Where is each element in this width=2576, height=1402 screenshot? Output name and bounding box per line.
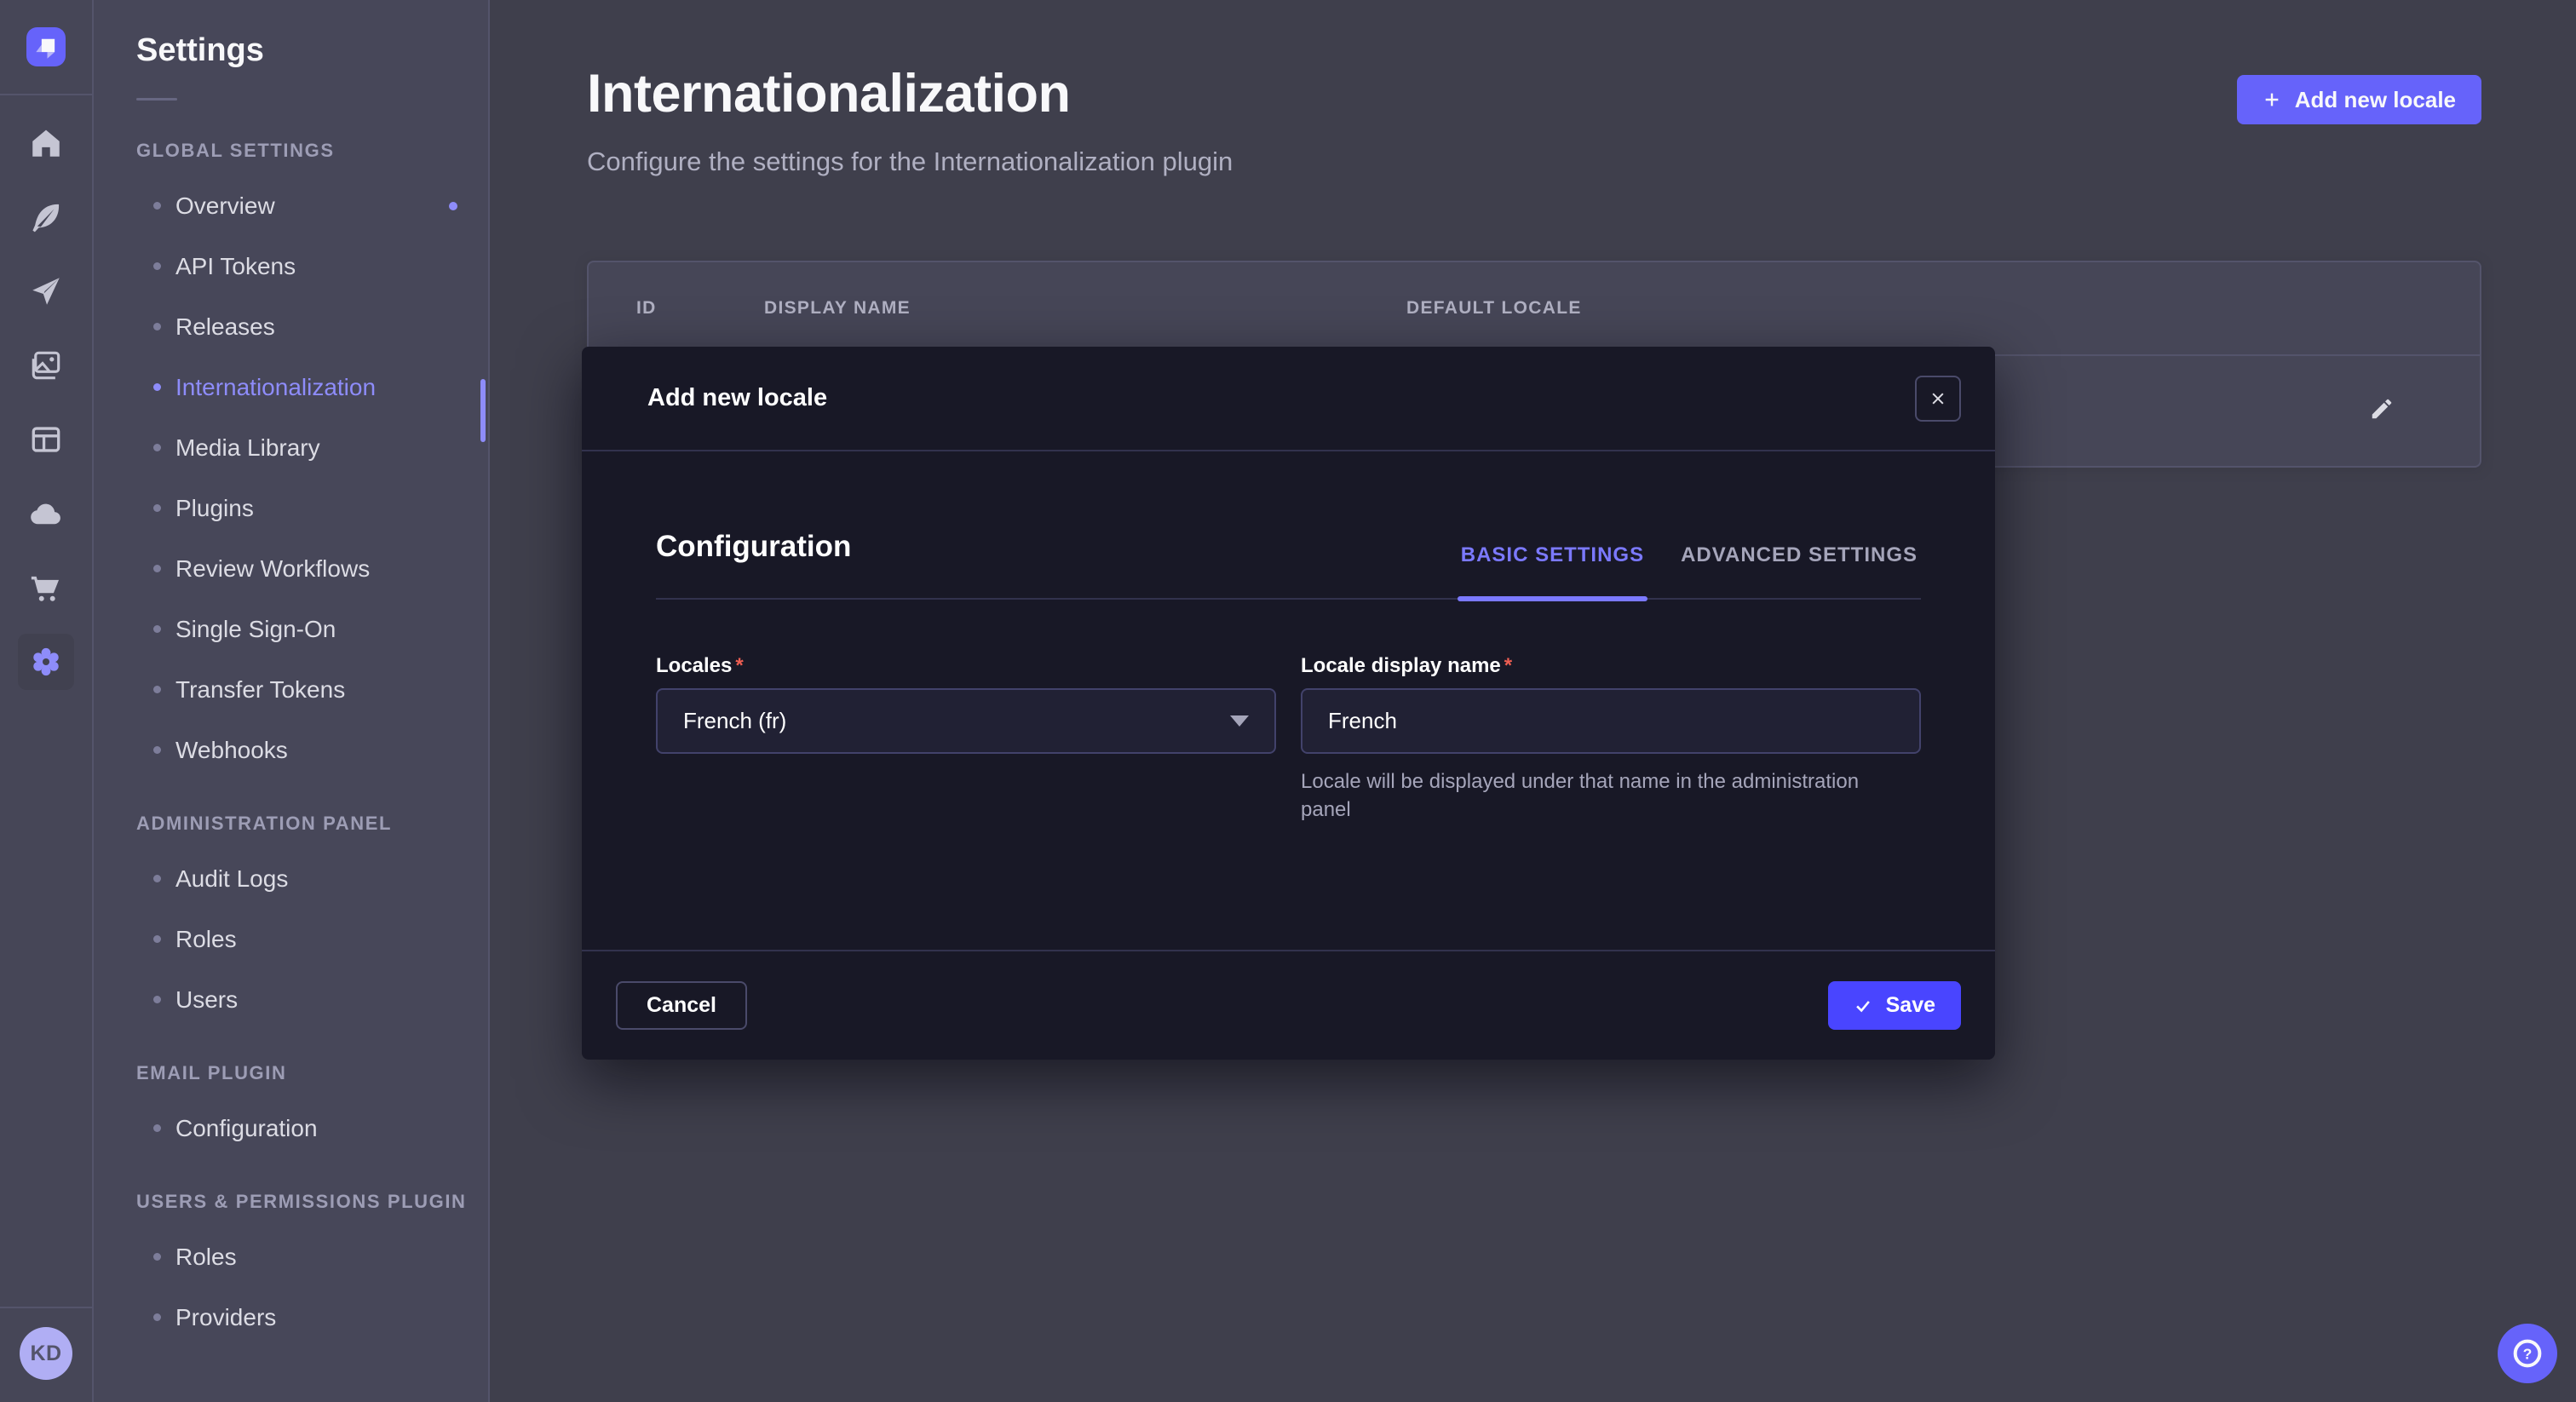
display-name-input[interactable] (1301, 688, 1921, 754)
save-button[interactable]: Save (1828, 981, 1961, 1030)
tab-advanced-settings[interactable]: ADVANCED SETTINGS (1677, 543, 1921, 598)
locales-label: Locales* (656, 654, 744, 677)
locales-field-group: Locales* French (fr) (656, 654, 1276, 824)
display-name-hint: Locale will be displayed under that name… (1301, 767, 1889, 824)
locales-select[interactable]: French (fr) (656, 688, 1276, 754)
display-name-field-group: Locale display name* Locale will be disp… (1301, 654, 1921, 824)
modal-header: Add new locale (582, 347, 1995, 451)
form-fields: Locales* French (fr) Locale display name… (656, 654, 1921, 824)
chevron-down-icon (1230, 715, 1249, 727)
tab-basic-settings[interactable]: BASIC SETTINGS (1458, 543, 1647, 598)
close-icon (1929, 390, 1946, 407)
configuration-title: Configuration (656, 530, 851, 564)
modal-title: Add new locale (647, 384, 827, 412)
modal-body: Configuration BASIC SETTINGS ADVANCED SE… (582, 451, 1995, 950)
required-asterisk: * (735, 654, 743, 677)
display-name-label: Locale display name* (1301, 654, 1512, 677)
modal-footer: Cancel Save (582, 950, 1995, 1060)
locales-select-value: French (fr) (683, 708, 786, 734)
required-asterisk: * (1504, 654, 1512, 677)
add-locale-modal: Add new locale Configuration BASIC SETTI… (582, 347, 1995, 1060)
configuration-header-row: Configuration BASIC SETTINGS ADVANCED SE… (656, 530, 1921, 600)
tabs: BASIC SETTINGS ADVANCED SETTINGS (1458, 543, 1921, 598)
check-icon (1854, 997, 1872, 1015)
close-button[interactable] (1915, 376, 1961, 422)
cancel-button[interactable]: Cancel (616, 981, 747, 1030)
